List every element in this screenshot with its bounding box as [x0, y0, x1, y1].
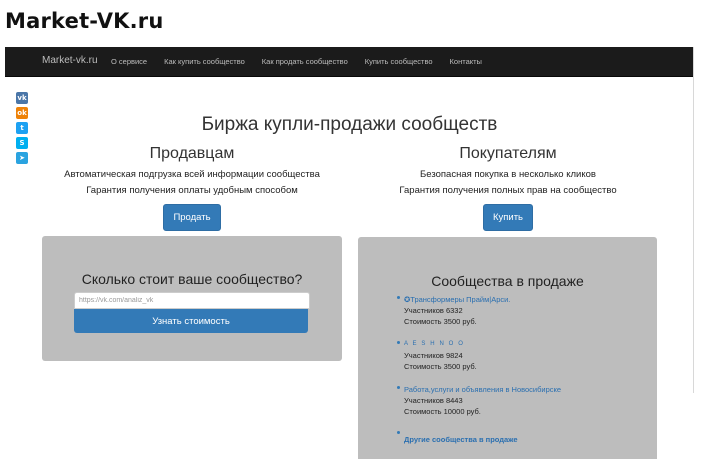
buyers-heading: Покупателям: [459, 145, 557, 162]
community-link[interactable]: ✪Трансформеры Прайм|Арси.: [404, 294, 644, 305]
community-members: Участников 9824: [404, 351, 463, 360]
price-panel-title: Сколько стоит ваше сообщество?: [81, 271, 303, 287]
list-item: Другие сообщества в продаже: [397, 429, 644, 447]
nav-link-buy-community[interactable]: Купить сообщество: [365, 57, 433, 66]
community-price: Стоимость 3500 руб.: [404, 317, 477, 326]
community-link[interactable]: Работа,услуги и объявления в Новосибирск…: [404, 384, 644, 395]
nav-link-about[interactable]: О сервисе: [111, 57, 147, 66]
nav-link-how-to-sell[interactable]: Как продать сообщество: [262, 57, 348, 66]
page-frame: Market-vk.ru О сервисе Как купить сообще…: [5, 47, 694, 459]
community-price: Стоимость 10000 руб.: [404, 407, 481, 416]
buy-button[interactable]: Купить: [482, 204, 534, 231]
community-url-input[interactable]: [74, 292, 310, 309]
sellers-heading: Продавцам: [149, 145, 235, 162]
bullet-icon: [397, 386, 400, 389]
sellers-section: Продавцам Автоматическая подгрузка всей …: [34, 145, 350, 231]
community-members: Участников 8443: [404, 396, 463, 405]
list-item: ✪Трансформеры Прайм|Арси. Участников 633…: [397, 294, 644, 327]
nav-link-contacts[interactable]: Контакты: [450, 57, 482, 66]
nav-link-how-to-buy[interactable]: Как купить сообщество: [164, 57, 245, 66]
vk-icon[interactable]: vk: [16, 92, 28, 104]
scrollbar[interactable]: [693, 47, 694, 393]
more-communities-link[interactable]: Другие сообщества в продаже: [404, 435, 518, 444]
telegram-icon[interactable]: ➤: [16, 152, 28, 164]
bullet-icon: [397, 431, 400, 434]
bullet-icon: [397, 296, 400, 299]
price-check-panel: Сколько стоит ваше сообщество? Узнать ст…: [42, 236, 342, 361]
sellers-line: Автоматическая подгрузка всей информации…: [64, 169, 320, 180]
sell-button[interactable]: Продать: [163, 204, 221, 231]
community-list: ✪Трансформеры Прайм|Арси. Участников 633…: [397, 294, 644, 459]
skype-icon[interactable]: S: [16, 137, 28, 149]
buyers-line: Безопасная покупка в несколько кликов: [420, 169, 596, 180]
nav-links: О сервисе Как купить сообщество Как прод…: [111, 57, 499, 66]
list-item: Работа,услуги и объявления в Новосибирск…: [397, 384, 644, 417]
buyers-line: Гарантия получения полных прав на сообще…: [399, 185, 617, 196]
get-price-button[interactable]: Узнать стоимость: [74, 309, 308, 333]
sale-panel-title: Сообщества в продаже: [431, 273, 584, 289]
page-title: Биржа купли-продажи сообществ: [201, 114, 498, 135]
list-item: A E S H N O O Участников 9824 Стоимость …: [397, 339, 644, 372]
nav-brand[interactable]: Market-vk.ru: [42, 55, 98, 66]
sellers-line: Гарантия получения оплаты удобным способ…: [86, 185, 298, 196]
community-link[interactable]: A E S H N O O: [404, 339, 644, 350]
bullet-icon: [397, 341, 400, 344]
site-logo: Market-VK.ru: [5, 9, 164, 33]
community-members: Участников 6332: [404, 306, 463, 315]
communities-for-sale-panel: Сообщества в продаже ✪Трансформеры Прайм…: [358, 237, 657, 459]
community-price: Стоимость 3500 руб.: [404, 362, 477, 371]
buyers-section: Покупателям Безопасная покупка в несколь…: [350, 145, 666, 231]
navbar: Market-vk.ru О сервисе Как купить сообще…: [5, 47, 694, 77]
